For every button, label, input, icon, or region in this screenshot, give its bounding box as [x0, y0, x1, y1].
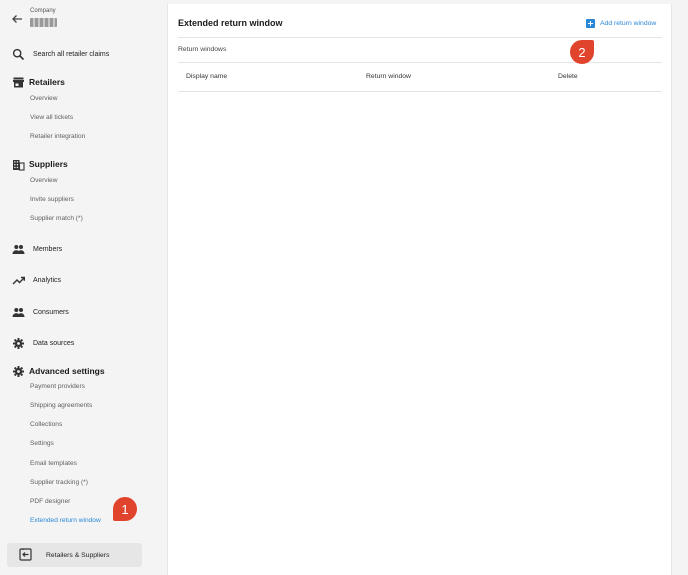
retailers-suppliers-label: Retailers & Suppliers [46, 551, 110, 559]
divider [178, 37, 662, 38]
data-sources-label: Data sources [33, 339, 75, 347]
callout-marker-1: 1 [113, 497, 137, 521]
pdf-designer[interactable]: PDF designer [30, 498, 70, 505]
retailers-view-all-tickets[interactable]: View all tickets [30, 114, 73, 121]
supplier-tracking[interactable]: Supplier tracking (*) [30, 479, 88, 486]
back-arrow-icon[interactable] [10, 12, 24, 26]
email-templates[interactable]: Email templates [30, 460, 77, 467]
gear-icon [13, 337, 24, 349]
add-box-icon [586, 18, 595, 28]
retailers-integration[interactable]: Retailer integration [30, 133, 85, 140]
people-icon [12, 244, 25, 254]
column-header-delete: Delete [558, 73, 578, 80]
add-return-window-button[interactable]: Add return window [586, 17, 656, 29]
gear-icon [13, 365, 24, 377]
retailers-suppliers-button[interactable]: Retailers & Suppliers [7, 543, 142, 567]
divider [178, 62, 662, 63]
settings[interactable]: Settings [30, 440, 54, 447]
analytics-label: Analytics [33, 276, 62, 284]
trending-up-icon [12, 276, 25, 284]
payment-providers[interactable]: Payment providers [30, 383, 85, 390]
switch-icon [19, 548, 32, 561]
retailers-title: Retailers [29, 77, 65, 87]
page-title: Extended return window [178, 18, 283, 28]
main-panel: Extended return window Add return window… [167, 4, 672, 575]
retailers-overview[interactable]: Overview [30, 95, 57, 102]
suppliers-invite[interactable]: Invite suppliers [30, 196, 74, 203]
building-icon [13, 159, 25, 171]
collections[interactable]: Collections [30, 421, 62, 428]
suppliers-title: Suppliers [29, 159, 68, 169]
consumers-label: Consumers [33, 308, 69, 316]
search-claims-label: Search all retailer claims [33, 50, 110, 58]
sidebar: Company Search all retailer claims Retai… [0, 0, 150, 575]
divider [178, 91, 662, 92]
people-icon [12, 307, 25, 317]
company-label: Company [30, 8, 56, 14]
column-header-return-window: Return window [366, 73, 411, 80]
shipping-agreements[interactable]: Shipping agreements [30, 402, 92, 409]
search-icon [12, 48, 25, 60]
add-return-window-label: Add return window [600, 19, 657, 27]
store-icon [13, 77, 24, 87]
return-windows-label: Return windows [178, 46, 227, 53]
suppliers-overview[interactable]: Overview [30, 177, 57, 184]
members-label: Members [33, 245, 63, 253]
column-header-display-name: Display name [186, 73, 228, 80]
suppliers-match[interactable]: Supplier match (*) [30, 215, 83, 222]
callout-marker-2: 2 [570, 40, 594, 64]
advanced-settings-title: Advanced settings [29, 366, 105, 376]
company-logo [30, 18, 57, 27]
extended-return-window-link[interactable]: Extended return window [30, 517, 101, 524]
